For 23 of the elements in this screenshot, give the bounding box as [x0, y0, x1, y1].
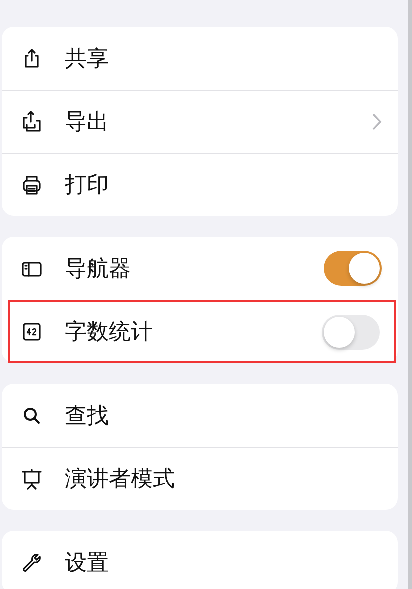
menu-item-label: 导航器	[65, 256, 132, 284]
menu-item-label: 设置	[65, 550, 110, 578]
printer-icon	[20, 173, 44, 197]
menu-item[interactable]: 打印	[2, 153, 398, 216]
menu-item-label: 共享	[65, 46, 110, 74]
menu-item[interactable]: 导航器	[2, 237, 398, 300]
menu-item[interactable]: 查找	[2, 384, 398, 447]
menu-item-label: 打印	[65, 172, 110, 200]
chevron-icon	[372, 113, 382, 131]
menu-item-label: 演讲者模式	[65, 466, 176, 494]
counter-icon	[20, 320, 44, 344]
highlighted-menu-item[interactable]: 字数统计	[8, 300, 396, 363]
menu-item-label: 导出	[65, 109, 110, 137]
toggle-switch[interactable]	[322, 314, 380, 350]
export-icon	[20, 110, 44, 134]
menu-item[interactable]: 演讲者模式	[2, 447, 398, 510]
menu-item-label: 查找	[65, 402, 110, 430]
toggle-switch[interactable]	[324, 251, 382, 286]
menu-item-label: 字数统计	[65, 319, 154, 347]
easel-icon	[20, 467, 44, 491]
menu-item[interactable]: 设置	[2, 531, 398, 589]
menu-item[interactable]: 导出	[2, 90, 398, 153]
menu-item[interactable]: 共享	[2, 27, 398, 90]
